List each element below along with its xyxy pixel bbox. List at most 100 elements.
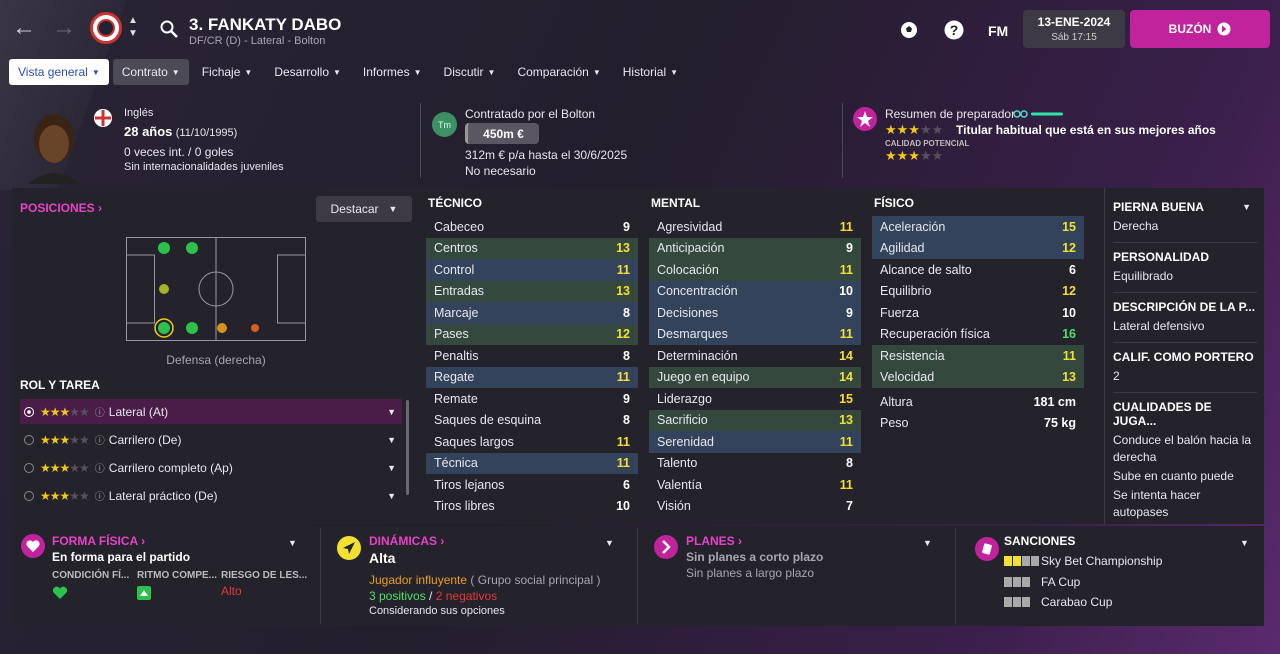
attribute-row[interactable]: Cabeceo 9 bbox=[426, 216, 638, 238]
tab-discutir[interactable]: Discutir ▼ bbox=[435, 59, 505, 85]
market-value[interactable]: 450m € bbox=[465, 123, 539, 144]
attribute-value: 11 bbox=[839, 327, 853, 342]
player-switch-icon[interactable]: ▲ ▼ bbox=[128, 14, 138, 40]
role-radio[interactable] bbox=[24, 434, 34, 445]
attribute-row[interactable]: Anticipación 9 bbox=[649, 237, 861, 259]
forward-arrow-icon[interactable]: → bbox=[52, 14, 76, 42]
role-row[interactable]: ★★★★★ ⓘ Carrilero completo (Ap) ▼ bbox=[20, 455, 402, 480]
chevron-down-icon[interactable]: ▼ bbox=[1240, 538, 1249, 548]
attribute-row[interactable]: Liderazgo 15 bbox=[649, 388, 861, 410]
search-icon[interactable] bbox=[160, 20, 178, 38]
ball-icon[interactable] bbox=[900, 21, 918, 39]
potential-ability-stars: ★★★★★ bbox=[885, 148, 944, 163]
attribute-name: Agilidad bbox=[880, 241, 925, 256]
mental-rows: Agresividad 11 Anticipación 9 Colocación 11 Co… bbox=[649, 216, 861, 517]
fitness-title[interactable]: FORMA FÍSICA › bbox=[52, 534, 145, 548]
attribute-row[interactable]: Marcaje 8 bbox=[426, 302, 638, 324]
competition-label: FA Cup bbox=[1041, 575, 1081, 589]
attribute-name: Valentía bbox=[657, 477, 702, 492]
attribute-row[interactable]: Pases 12 bbox=[426, 323, 638, 345]
attribute-row[interactable]: Resistencia 11 bbox=[872, 345, 1084, 367]
role-radio[interactable] bbox=[24, 406, 34, 417]
attribute-row[interactable]: Velocidad 13 bbox=[872, 366, 1084, 388]
attribute-value: 13 bbox=[839, 413, 853, 428]
attribute-row[interactable]: Alcance de salto 6 bbox=[872, 259, 1084, 281]
attribute-row[interactable]: Agilidad 12 bbox=[872, 237, 1084, 259]
attribute-row[interactable]: Saques de esquina 8 bbox=[426, 410, 638, 432]
attribute-row[interactable]: Tiros lejanos 6 bbox=[426, 474, 638, 496]
dynamics-title[interactable]: DINÁMICAS › bbox=[369, 534, 444, 548]
highlight-dropdown[interactable]: Destacar ▼ bbox=[316, 196, 412, 222]
short-term-plans: Sin planes a corto plazo bbox=[686, 550, 824, 564]
tab-vista-general[interactable]: Vista general ▼ bbox=[9, 59, 109, 85]
plans-title[interactable]: PLANES › bbox=[686, 534, 742, 548]
role-stars: ★★★★★ bbox=[40, 460, 90, 475]
chevron-down-icon[interactable]: ▼ bbox=[288, 538, 297, 548]
heart-icon bbox=[21, 534, 45, 558]
chevron-down-icon[interactable]: ▼ bbox=[1242, 202, 1251, 212]
tab-desarrollo[interactable]: Desarrollo ▼ bbox=[265, 59, 350, 85]
chevron-down-icon[interactable]: ▼ bbox=[387, 407, 396, 417]
chevron-down-icon[interactable]: ▼ bbox=[387, 435, 396, 445]
attribute-row[interactable]: Regate 11 bbox=[426, 366, 638, 388]
attribute-row[interactable]: Penaltis 8 bbox=[426, 345, 638, 367]
role-row[interactable]: ★★★★★ ⓘ Lateral (At) ▼ bbox=[20, 399, 402, 424]
attribute-row[interactable]: Determinación 14 bbox=[649, 345, 861, 367]
positions-title[interactable]: POSICIONES › bbox=[20, 201, 102, 215]
attribute-row[interactable]: Juego en equipo 14 bbox=[649, 366, 861, 388]
chevron-down-icon[interactable]: ▼ bbox=[605, 538, 614, 548]
attribute-row[interactable]: Visión 7 bbox=[649, 496, 861, 518]
attribute-row[interactable]: Talento 8 bbox=[649, 453, 861, 475]
attribute-row[interactable]: Colocación 11 bbox=[649, 259, 861, 281]
attribute-row[interactable]: Concentración 10 bbox=[649, 280, 861, 302]
role-radio[interactable] bbox=[24, 462, 34, 473]
attribute-row[interactable]: Desmarques 11 bbox=[649, 323, 861, 345]
attribute-row[interactable]: Control 11 bbox=[426, 259, 638, 281]
inbox-button[interactable]: BUZÓN bbox=[1130, 10, 1270, 48]
roles-scrollbar[interactable] bbox=[406, 400, 409, 495]
chevron-down-icon[interactable]: ▼ bbox=[387, 463, 396, 473]
tab-informes[interactable]: Informes ▼ bbox=[354, 59, 431, 85]
age-line: 28 años (11/10/1995) bbox=[124, 124, 237, 139]
youth-caps: Sin internacionalidades juveniles bbox=[124, 161, 284, 173]
role-label: Lateral (At) bbox=[108, 404, 169, 419]
attribute-row[interactable]: Equilibrio 12 bbox=[872, 281, 1084, 303]
info-icon[interactable]: ⓘ bbox=[95, 488, 105, 503]
attribute-row[interactable]: Sacrificio 13 bbox=[649, 409, 861, 431]
back-arrow-icon[interactable]: ← bbox=[12, 14, 36, 42]
top-bar: ← → ▲ ▼ 3. FANKATY DABO DF/CR (D) - Later… bbox=[0, 0, 1280, 58]
tab-fichaje[interactable]: Fichaje ▼ bbox=[193, 59, 262, 85]
attribute-row[interactable]: Saques largos 11 bbox=[426, 431, 638, 453]
tab-contrato[interactable]: Contrato ▼ bbox=[112, 59, 189, 85]
attribute-row[interactable]: Aceleración 15 bbox=[872, 216, 1084, 238]
info-icon[interactable]: ⓘ bbox=[95, 432, 105, 447]
tab-historial[interactable]: Historial ▼ bbox=[614, 59, 687, 85]
fm-menu-button[interactable]: FM bbox=[988, 23, 1008, 39]
attribute-row[interactable]: Recuperación física 16 bbox=[872, 324, 1084, 346]
attribute-row[interactable]: Serenidad 11 bbox=[649, 431, 861, 453]
info-icon[interactable]: ⓘ bbox=[95, 404, 105, 419]
role-row[interactable]: ★★★★★ ⓘ Carrilero (De) ▼ bbox=[20, 427, 402, 452]
attribute-value: 15 bbox=[839, 391, 853, 406]
position-pitch[interactable] bbox=[126, 237, 306, 341]
date-box[interactable]: 13-ENE-2024 Sáb 17:15 bbox=[1023, 10, 1125, 48]
attribute-row[interactable]: Tiros libres 10 bbox=[426, 496, 638, 518]
attribute-row[interactable]: Agresividad 11 bbox=[649, 216, 861, 238]
personality-label: PERSONALIDAD bbox=[1113, 250, 1210, 264]
help-icon[interactable]: ? bbox=[944, 20, 964, 40]
info-icon[interactable]: ⓘ bbox=[95, 460, 105, 475]
attribute-row[interactable]: Decisiones 9 bbox=[649, 302, 861, 324]
tab-comparacion[interactable]: Comparación ▼ bbox=[508, 59, 609, 85]
chevron-down-icon[interactable]: ▼ bbox=[387, 491, 396, 501]
attribute-row[interactable]: Entradas 13 bbox=[426, 280, 638, 302]
club-crest-icon[interactable] bbox=[90, 12, 122, 44]
role-radio[interactable] bbox=[24, 490, 34, 501]
chevron-down-icon[interactable]: ▼ bbox=[923, 538, 932, 548]
attribute-row[interactable]: Valentía 11 bbox=[649, 474, 861, 496]
role-row[interactable]: ★★★★★ ⓘ Lateral práctico (De) ▼ bbox=[20, 483, 402, 508]
attribute-row[interactable]: Técnica 11 bbox=[426, 452, 638, 474]
attribute-row[interactable]: Fuerza 10 bbox=[872, 302, 1084, 324]
attribute-row[interactable]: Centros 13 bbox=[426, 237, 638, 259]
attribute-row[interactable]: Remate 9 bbox=[426, 388, 638, 410]
attribute-value: 15 bbox=[1062, 219, 1076, 234]
